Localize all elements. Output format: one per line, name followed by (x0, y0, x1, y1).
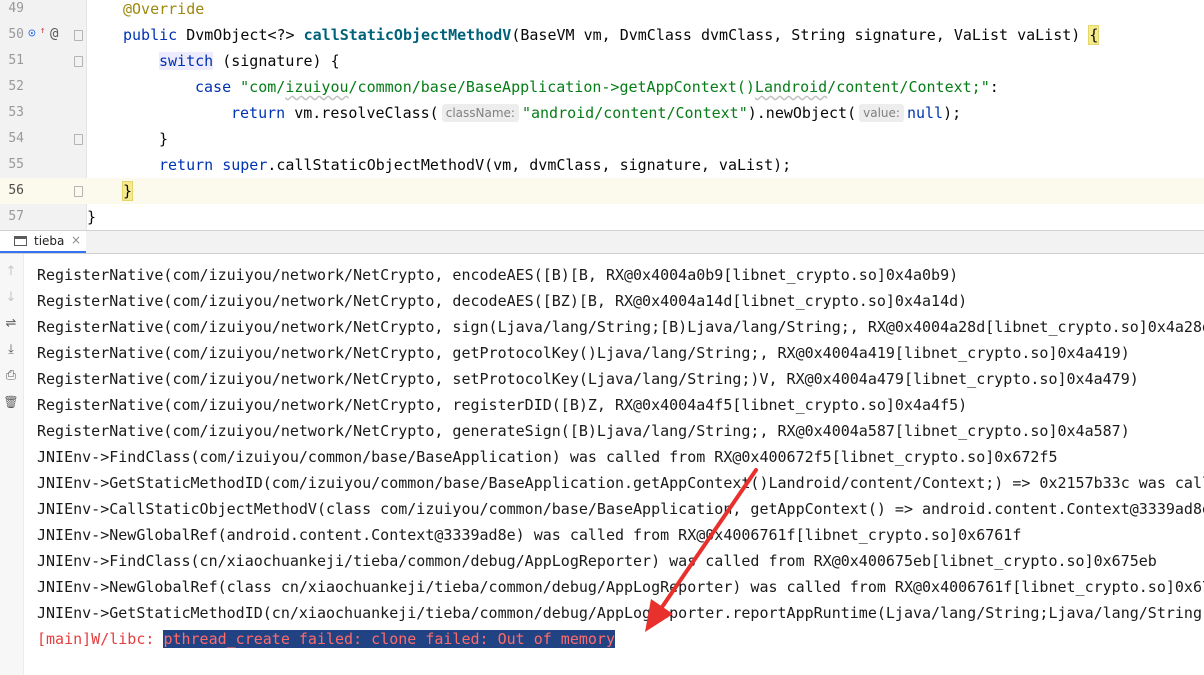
keyword-null: null (906, 104, 944, 122)
parameter-hint-value: value: (859, 104, 904, 122)
close-icon[interactable]: × (71, 233, 81, 247)
return-type: DvmObject<?> (186, 26, 295, 44)
code-text[interactable]: case "com/izuiyou/common/base/BaseApplic… (195, 74, 999, 100)
line-number: 54 (8, 131, 24, 146)
error-prefix: [main]W/libc: (37, 630, 164, 648)
fold-toggle-icon[interactable] (74, 134, 83, 145)
keyword-case: case (195, 78, 232, 96)
console-line: RegisterNative(com/izuiyou/network/NetCr… (37, 292, 968, 310)
string-typo-part: izuiyou (285, 78, 349, 96)
code-line-51[interactable]: 51 switch (signature) { (0, 48, 1204, 74)
console-line: JNIEnv->GetStaticMethodID(cn/xiaochuanke… (37, 604, 1204, 622)
console-line: RegisterNative(com/izuiyou/network/NetCr… (37, 422, 1130, 440)
string-part: "com/ (240, 78, 286, 96)
string-typo-part: Landroid (754, 78, 828, 96)
super-call: .callStaticObjectMethodV(vm, dvmClass, s… (267, 156, 792, 174)
console-line: JNIEnv->NewGlobalRef(class cn/xiaochuank… (37, 578, 1204, 596)
keyword-switch: switch (159, 52, 214, 70)
call-expression: ).newObject( (747, 104, 857, 122)
code-text[interactable]: return vm.resolveClass(className: "androi… (231, 100, 961, 126)
tab-label: tieba (34, 234, 65, 248)
switch-expression: (signature) { (222, 52, 340, 70)
code-line-50[interactable]: 50 ⊙ ↑ @ public DvmObject<?> callStaticO… (0, 22, 1204, 48)
string-literal: "android/content/Context" (521, 104, 748, 122)
string-part: /content/Context;" (827, 78, 990, 96)
line-number: 50 (8, 27, 24, 42)
override-method-icon[interactable]: ⊙ (28, 27, 36, 41)
keyword: public (123, 26, 178, 44)
console-line: RegisterNative(com/izuiyou/network/NetCr… (37, 266, 959, 284)
arrow-down-icon[interactable]: ↓ (2, 288, 20, 308)
trash-icon[interactable]: 🗑 (2, 392, 20, 412)
console-line: RegisterNative(com/izuiyou/network/NetCr… (37, 318, 1204, 336)
fold-toggle-icon[interactable] (74, 30, 83, 41)
console-line: JNIEnv->CallStaticObjectMethodV(class co… (37, 500, 1204, 518)
annotation-override: @Override (123, 0, 205, 18)
line-number: 57 (8, 209, 24, 224)
console-line: JNIEnv->FindClass(com/izuiyou/common/bas… (37, 448, 1058, 466)
statement-end: ); (943, 104, 962, 122)
console-window-icon (14, 236, 27, 246)
keyword-return: return (159, 156, 214, 174)
fold-toggle-icon[interactable] (74, 186, 83, 197)
code-text[interactable]: } (159, 126, 168, 152)
keyword-return: return (231, 104, 286, 122)
keyword-super: super (222, 156, 268, 174)
code-line-55[interactable]: 55 return super.callStaticObjectMethodV(… (0, 152, 1204, 178)
at-annotation-icon[interactable]: @ (50, 27, 58, 41)
case-colon: : (989, 78, 999, 96)
code-text[interactable]: public DvmObject<?> callStaticObjectMeth… (123, 22, 1100, 48)
string-part: /common/base/BaseApplication->getAppCont… (348, 78, 755, 96)
run-tool-window-tabs: tieba × (0, 230, 1204, 254)
run-console[interactable]: ↑ ↓ ⇌ ⤓ ⎙ 🗑 RegisterNative(com/izuiyou/n… (0, 254, 1204, 675)
parameter-hint-classname: className: (441, 104, 519, 122)
call-expression: vm.resolveClass( (294, 104, 439, 122)
scroll-to-end-icon[interactable]: ⤓ (2, 340, 20, 360)
line-number: 49 (8, 1, 24, 16)
line-number: 51 (8, 53, 24, 68)
print-icon[interactable]: ⎙ (2, 366, 20, 386)
console-line: JNIEnv->GetStaticMethodID(com/izuiyou/co… (37, 474, 1204, 492)
selected-error-text[interactable]: pthread_create failed: clone failed: Out… (163, 630, 615, 648)
console-line: RegisterNative(com/izuiyou/network/NetCr… (37, 370, 1139, 388)
tab-tieba[interactable]: tieba × (0, 231, 86, 253)
override-arrow-icon: ↑ (40, 26, 46, 36)
console-toolbar: ↑ ↓ ⇌ ⤓ ⎙ 🗑 (0, 254, 24, 675)
code-line-53[interactable]: 53 return vm.resolveClass(className: "and… (0, 100, 1204, 126)
console-line: RegisterNative(com/izuiyou/network/NetCr… (37, 344, 1130, 362)
soft-wrap-icon[interactable]: ⇌ (2, 314, 20, 334)
console-error-line[interactable]: [main]W/libc: pthread_create failed: clo… (37, 626, 615, 652)
code-text[interactable]: } (87, 204, 96, 230)
line-number: 55 (8, 157, 24, 172)
code-text[interactable]: switch (signature) { (159, 48, 340, 74)
console-line: JNIEnv->NewGlobalRef(android.content.Con… (37, 526, 1022, 544)
fold-toggle-icon[interactable] (74, 56, 83, 67)
matched-brace: { (1088, 25, 1100, 45)
console-line: JNIEnv->FindClass(cn/xiaochuankeji/tieba… (37, 552, 1157, 570)
console-line: RegisterNative(com/izuiyou/network/NetCr… (37, 396, 968, 414)
code-line-49[interactable]: 49 @Override (0, 0, 1204, 22)
line-number: 52 (8, 79, 24, 94)
code-line-52[interactable]: 52 case "com/izuiyou/common/base/BaseApp… (0, 74, 1204, 100)
code-text[interactable]: return super.callStaticObjectMethodV(vm,… (159, 152, 791, 178)
code-line-56[interactable]: 56 } (0, 178, 1204, 204)
code-text[interactable]: } (121, 178, 134, 204)
method-params: (BaseVM vm, DvmClass dvmClass, String si… (511, 26, 1081, 44)
matched-brace: } (121, 181, 134, 201)
line-number: 56 (8, 183, 24, 198)
code-line-57[interactable]: 57 } (0, 204, 1204, 230)
arrow-up-icon[interactable]: ↑ (2, 262, 20, 282)
line-number: 53 (8, 105, 24, 120)
method-name: callStaticObjectMethodV (303, 26, 512, 44)
code-text[interactable]: @Override (123, 0, 204, 22)
code-line-54[interactable]: 54 } (0, 126, 1204, 152)
code-editor[interactable]: 49 @Override 50 ⊙ ↑ @ public DvmObject<?… (0, 0, 1204, 230)
